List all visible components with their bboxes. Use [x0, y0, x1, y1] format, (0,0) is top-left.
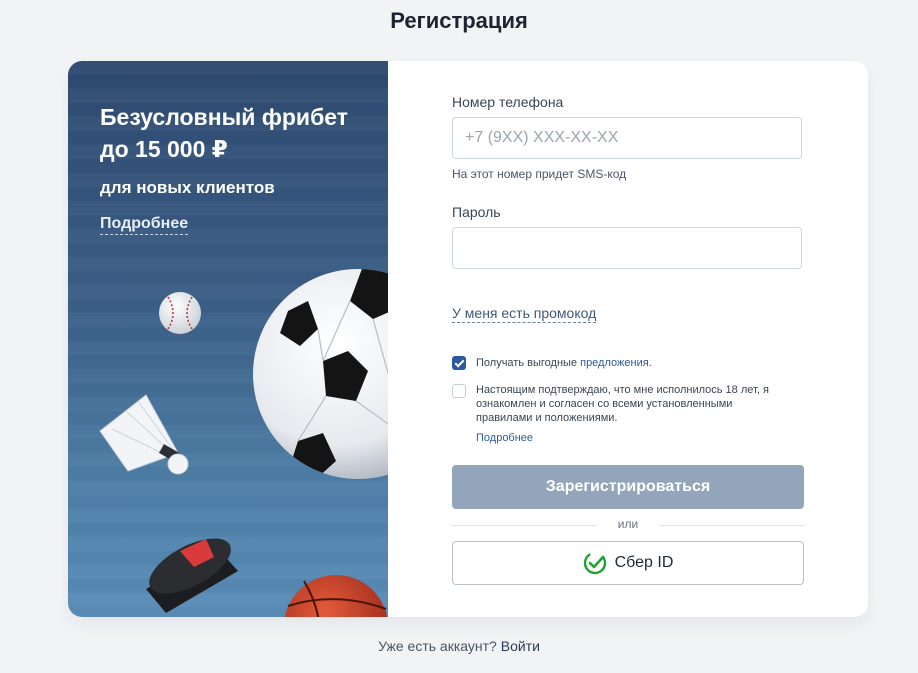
register-button[interactable]: Зарегистрироваться [452, 465, 804, 509]
divider: или [452, 517, 804, 533]
offers-text-end: . [648, 357, 652, 369]
page-title: Регистрация [390, 8, 528, 33]
offers-checkbox-label: Получать выгодные предложения. [476, 356, 796, 370]
registration-card: Безусловный фрибет до 15 000 ₽ для новых… [68, 61, 868, 617]
password-label: Пароль [452, 204, 501, 220]
divider-text: или [617, 517, 639, 531]
phone-input[interactable] [452, 117, 802, 159]
footer: Уже есть аккаунт? Войти [0, 638, 918, 654]
shuttlecock-icon [99, 394, 189, 475]
terms-checkbox-label: Настоящим подтверждаю, что мне исполнило… [476, 384, 769, 424]
baseball-icon [159, 292, 201, 334]
sber-id-label: Сбер ID [614, 554, 674, 571]
password-input[interactable] [452, 227, 802, 269]
terms-checkbox[interactable] [452, 384, 466, 398]
terms-more-link[interactable]: Подробнее [476, 432, 533, 444]
login-link[interactable]: Войти [501, 638, 540, 654]
promo-subtitle: для новых клиентов [100, 178, 275, 197]
footer-text: Уже есть аккаунт? [378, 638, 497, 654]
hockey-puck-icon [146, 538, 238, 613]
soccer-ball-icon [253, 269, 388, 479]
promo-more-link[interactable]: Подробнее [100, 215, 189, 235]
promo-code-link[interactable]: У меня есть промокод [452, 305, 597, 323]
promo-title: Безусловный фрибет до 15 000 ₽ [100, 104, 349, 162]
phone-hint: На этот номер придет SMS-код [452, 167, 627, 181]
basketball-icon [284, 575, 388, 617]
offers-link[interactable]: предложения [580, 357, 649, 369]
sber-id-button[interactable]: Сбер ID [452, 541, 804, 585]
offers-text: Получать выгодные [476, 357, 581, 369]
phone-label: Номер телефона [452, 94, 564, 110]
sber-logo-icon [583, 551, 606, 575]
offers-checkbox[interactable] [452, 356, 466, 370]
promo-banner: Безусловный фрибет до 15 000 ₽ для новых… [68, 61, 388, 617]
